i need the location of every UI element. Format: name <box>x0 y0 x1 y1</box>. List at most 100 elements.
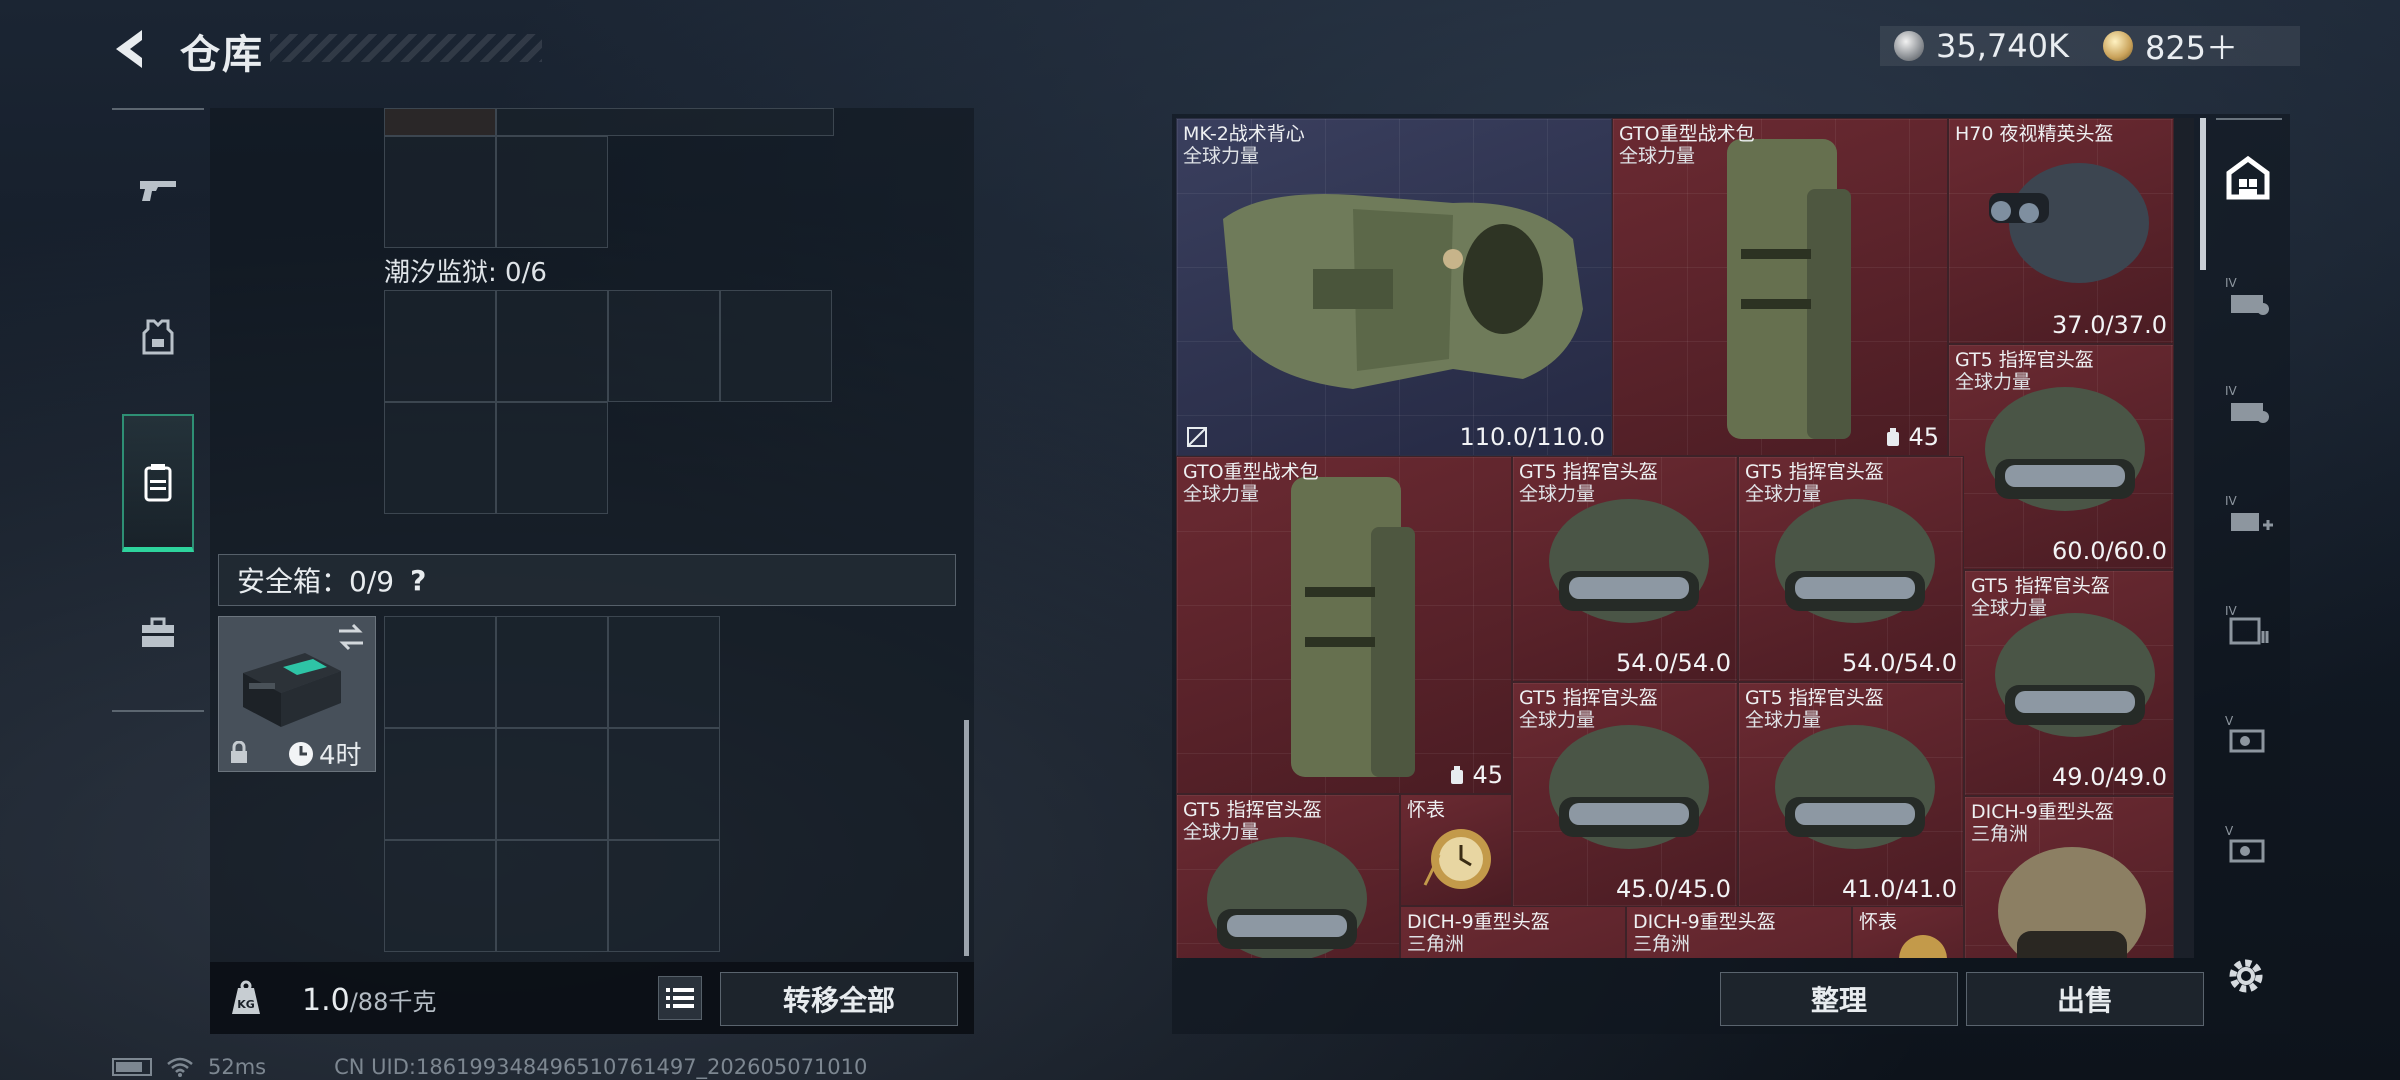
item-faction: 三角洲 <box>1407 933 1465 955</box>
inventory-slot[interactable] <box>384 728 496 840</box>
help-icon[interactable]: ? <box>410 564 426 597</box>
status-bar: 52ms CN UID:186199348496510761497_202605… <box>112 1054 867 1080</box>
item-capacity: 45 <box>1884 423 1939 451</box>
safe-box-bar: 安全箱：0/9 ? <box>218 554 956 606</box>
inventory-slot[interactable] <box>496 108 834 136</box>
inventory-slot[interactable] <box>608 840 720 952</box>
lock-icon <box>231 741 247 763</box>
inventory-slot[interactable] <box>496 402 608 514</box>
item-name: GT5 指挥官头盔 <box>1183 799 1322 821</box>
sidebar-backpack[interactable] <box>122 414 194 552</box>
item-faction: 全球力量 <box>1519 483 1596 505</box>
inventory-slot[interactable] <box>496 616 608 728</box>
inventory-slot[interactable] <box>608 728 720 840</box>
item-tile[interactable]: GTO重型战术包 全球力量 45 <box>1176 456 1512 794</box>
inventory-slot[interactable] <box>384 402 496 514</box>
inventory-slot[interactable] <box>384 840 496 952</box>
item-tile[interactable]: H70 夜视精英头盔 37.0/37.0 <box>1948 118 2174 344</box>
item-name: DICH-9重型头盔 <box>1633 911 1776 933</box>
item-faction: 全球力量 <box>1183 145 1260 167</box>
swap-icon[interactable] <box>335 623 367 651</box>
inventory-slot[interactable] <box>384 136 496 248</box>
sidebar-toolbox[interactable] <box>122 588 194 678</box>
rail-storage-4b[interactable]: IV <box>2210 358 2286 454</box>
item-capacity: 45 <box>1448 761 1503 789</box>
item-tile[interactable]: GT5 指挥官头盔 全球力量 45.0/45.0 <box>1512 682 1738 908</box>
item-tile[interactable]: GTO重型战术包 全球力量 45 <box>1612 118 1948 456</box>
item-durability: 54.0/54.0 <box>1842 649 1957 677</box>
list-icon <box>666 988 694 1008</box>
sell-button[interactable]: 出售 <box>1966 972 2204 1026</box>
helmet-image <box>1995 613 2155 737</box>
clock-icon <box>289 741 313 766</box>
list-view-button[interactable] <box>658 976 702 1020</box>
inventory-slot[interactable] <box>496 290 608 402</box>
helmet-image <box>1549 499 1709 623</box>
sidebar-armor[interactable] <box>122 292 194 382</box>
rail-warehouse-all[interactable] <box>2210 130 2286 226</box>
gear-icon[interactable] <box>2222 952 2270 1000</box>
item-faction: 全球力量 <box>1183 821 1260 843</box>
rail-storage-4d[interactable]: IV <box>2210 578 2286 674</box>
item-tile[interactable]: DICH-9重型头盔 三角洲 <box>1400 906 1626 958</box>
safe-box-item[interactable]: 4时 <box>218 616 376 772</box>
item-name: H70 夜视精英头盔 <box>1955 123 2114 145</box>
inventory-slot[interactable] <box>608 616 720 728</box>
item-name: GTO重型战术包 <box>1183 461 1319 483</box>
rail-storage-5b[interactable]: V <box>2210 798 2286 894</box>
item-durability: 49.0/49.0 <box>2052 763 2167 791</box>
safe-box-image <box>243 653 341 727</box>
inventory-slot[interactable] <box>496 840 608 952</box>
inventory-slot[interactable] <box>384 290 496 402</box>
item-tile[interactable]: DICH-9重型头盔 三角洲 <box>1626 906 1852 958</box>
item-name: GT5 指挥官头盔 <box>1745 461 1884 483</box>
silver-amount: 35,740K <box>1936 27 2069 65</box>
inventory-slot[interactable] <box>608 290 720 402</box>
item-faction: 三角洲 <box>1633 933 1691 955</box>
item-tile[interactable]: GT5 指挥官头盔 全球力量 54.0/54.0 <box>1512 456 1738 682</box>
warehouse-scrollbar[interactable] <box>2200 118 2206 270</box>
inventory-slot[interactable] <box>720 290 832 402</box>
item-tile[interactable]: GT5 指挥官头盔 全球力量 49.0/49.0 <box>1964 570 2174 796</box>
item-faction: 全球力量 <box>1519 709 1596 731</box>
rail-storage-5a[interactable]: V <box>2210 688 2286 784</box>
backpack-icon <box>144 463 172 501</box>
inventory-slot[interactable] <box>384 616 496 728</box>
item-tile[interactable]: GT5 指挥官头盔 全球力量 <box>1176 794 1400 958</box>
rail-storage-4a[interactable]: IV <box>2210 250 2286 346</box>
item-tile[interactable]: GT5 指挥官头盔 全球力量 60.0/60.0 <box>1948 344 2174 570</box>
sidebar-weapons[interactable] <box>122 144 194 234</box>
item-tile[interactable]: 怀表 <box>1852 906 1964 958</box>
item-tile[interactable]: GT5 指挥官头盔 全球力量 41.0/41.0 <box>1738 682 1964 908</box>
svg-text:IV: IV <box>2225 604 2238 618</box>
rail-storage-4c[interactable]: IV <box>2210 468 2286 564</box>
item-tile[interactable]: 怀表 <box>1400 794 1512 906</box>
storage-add-icon: IV <box>2225 494 2273 531</box>
sidebar-divider <box>112 108 204 110</box>
helmet-image <box>1775 725 1935 849</box>
silver-coin-icon <box>1894 31 1924 61</box>
vest-image <box>1223 194 1583 389</box>
vest-icon <box>142 319 174 355</box>
back-arrow-icon[interactable] <box>108 26 154 72</box>
transfer-all-button[interactable]: 转移全部 <box>720 972 958 1026</box>
organize-button[interactable]: 整理 <box>1720 972 1958 1026</box>
inventory-slot[interactable] <box>496 136 608 248</box>
item-faction: 全球力量 <box>1183 483 1260 505</box>
helmet-image <box>1989 163 2149 283</box>
inventory-slot[interactable] <box>496 728 608 840</box>
item-tile[interactable]: MK-2战术背心 全球力量 110.0/110.0 <box>1176 118 1612 456</box>
prison-label: 潮汐监狱: 0/6 <box>384 258 547 288</box>
helmet-image <box>1985 387 2145 511</box>
gold-amount[interactable]: 825＋ <box>2145 23 2238 69</box>
helmet-image <box>1775 499 1935 623</box>
helmet-image <box>1998 847 2146 958</box>
storage-list-icon: IV <box>2225 604 2269 645</box>
item-faction: 全球力量 <box>1971 597 2048 619</box>
left-scrollbar[interactable] <box>964 720 969 956</box>
warehouse-category-rail: IV IV IV IV V V <box>2210 118 2286 958</box>
item-tile[interactable]: GT5 指挥官头盔 全球力量 54.0/54.0 <box>1738 456 1964 682</box>
item-tile[interactable]: DICH-9重型头盔 三角洲 <box>1964 796 2174 958</box>
svg-text:IV: IV <box>2225 384 2238 398</box>
inventory-slot[interactable] <box>384 108 496 136</box>
